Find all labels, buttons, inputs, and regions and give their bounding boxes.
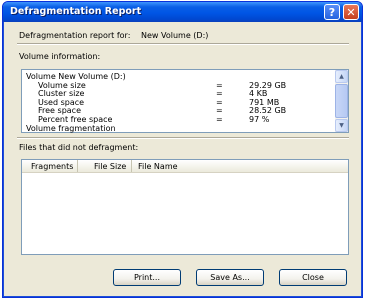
report-volume-name: New Volume (D:) — [141, 31, 209, 40]
volume-info-equals: = — [216, 115, 223, 124]
volume-info-scrollbar[interactable]: ▲ ▼ — [335, 70, 348, 132]
print-button[interactable]: Print... — [113, 269, 181, 286]
chevron-down-icon: ▼ — [339, 122, 344, 129]
title-bar[interactable]: Defragmentation Report ? ✕ — [3, 2, 362, 22]
volume-info-label: Volume information: — [19, 52, 101, 61]
files-list[interactable]: Fragments File Size File Name — [21, 159, 349, 255]
volume-info-textbox[interactable]: Volume New Volume (D:) Volume size = 29.29 … — [21, 69, 349, 133]
scroll-down-button[interactable]: ▼ — [335, 119, 348, 132]
volume-info-lines: Volume New Volume (D:) Volume size = 29.29 … — [22, 70, 336, 133]
volume-info-field-value: 97 % — [249, 115, 270, 124]
close-window-button[interactable]: ✕ — [343, 4, 359, 20]
chevron-up-icon: ▲ — [339, 73, 344, 80]
column-header-file-name[interactable]: File Name — [132, 160, 348, 172]
files-list-header: Fragments File Size File Name — [22, 160, 348, 173]
help-icon: ? — [328, 5, 336, 19]
window-title: Defragmentation Report — [10, 6, 142, 17]
files-not-defragmented-label: Files that did not defragment: — [19, 143, 139, 152]
column-header-fragments[interactable]: Fragments — [22, 160, 78, 172]
separator-line — [17, 43, 349, 45]
volume-info-field-name: Volume fragmentation — [26, 123, 116, 133]
save-as-button[interactable]: Save As... — [196, 269, 264, 286]
close-button[interactable]: Close — [279, 269, 347, 286]
defragmentation-report-dialog: Defragmentation Report ? ✕ Defragmentati… — [2, 1, 363, 298]
help-button[interactable]: ? — [324, 4, 340, 20]
scroll-up-button[interactable]: ▲ — [335, 70, 348, 83]
scroll-thumb[interactable] — [335, 84, 348, 118]
column-header-file-size[interactable]: File Size — [78, 160, 132, 172]
close-icon: ✕ — [346, 5, 356, 19]
separator-line — [17, 137, 349, 139]
report-heading-label: Defragmentation report for: — [19, 31, 131, 40]
